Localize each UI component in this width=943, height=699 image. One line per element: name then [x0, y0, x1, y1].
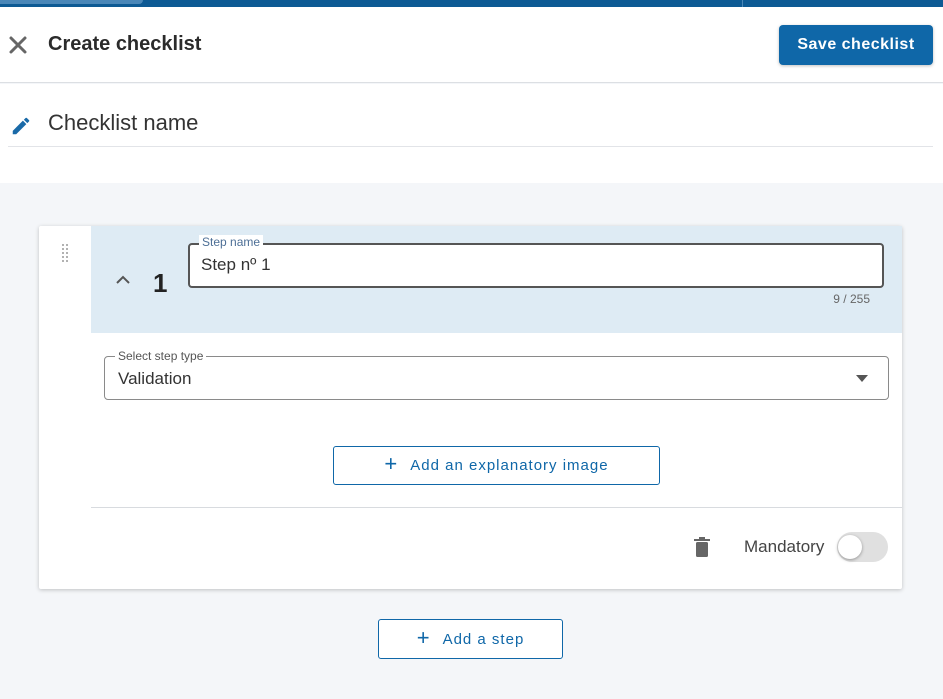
page-title: Create checklist [48, 33, 202, 55]
checklist-name-section [0, 84, 943, 183]
dropdown-arrow-icon [856, 375, 868, 382]
trash-icon[interactable] [694, 537, 710, 557]
mandatory-toggle[interactable] [837, 532, 888, 562]
add-step-button[interactable]: + Add a step [378, 619, 563, 659]
plus-icon: + [416, 624, 431, 650]
step-name-field[interactable]: Step name [188, 235, 884, 288]
drag-handle-icon[interactable] [60, 243, 70, 263]
step-name-label: Step name [199, 235, 264, 249]
step-name-input[interactable] [201, 255, 861, 275]
checklist-name-input[interactable] [48, 110, 548, 136]
step-number: 1 [153, 268, 168, 298]
plus-icon: + [384, 451, 399, 476]
top-app-bar [0, 0, 943, 7]
add-step-label: Add a step [442, 630, 525, 648]
app-tab-indicator [0, 0, 143, 4]
step-header: 1 Step name 9 / 255 [91, 226, 902, 333]
app-bar-separator [742, 0, 743, 7]
step-type-select[interactable]: Select step type Validation [104, 349, 889, 400]
step-type-label: Select step type [115, 349, 207, 363]
page-header: Create checklist Save checklist [0, 7, 943, 83]
step-name-char-count: 9 / 255 [833, 292, 870, 306]
save-checklist-button[interactable]: Save checklist [779, 25, 933, 65]
step-footer-divider [91, 507, 902, 508]
close-icon[interactable] [8, 35, 28, 55]
step-card: 1 Step name 9 / 255 Select step type Val… [39, 226, 902, 589]
pencil-icon [12, 117, 30, 135]
checklist-name-underline [8, 146, 933, 147]
step-type-value: Validation [118, 369, 192, 388]
add-image-label: Add an explanatory image [410, 457, 609, 474]
add-explanatory-image-button[interactable]: + Add an explanatory image [333, 446, 660, 485]
mandatory-label: Mandatory [744, 537, 825, 556]
chevron-up-icon[interactable] [114, 273, 132, 287]
toggle-knob [838, 535, 862, 559]
